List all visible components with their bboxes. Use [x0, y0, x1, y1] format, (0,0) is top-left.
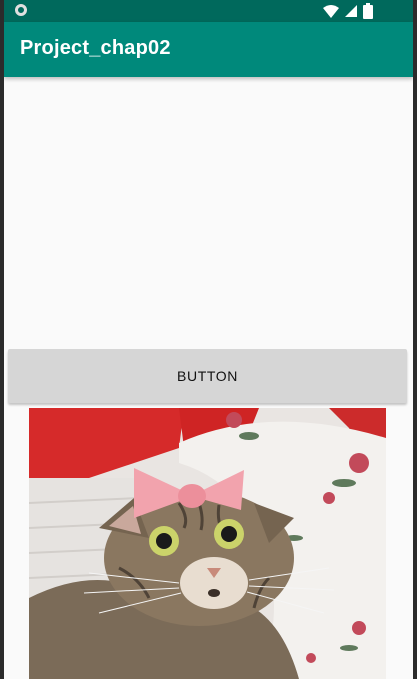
main-button[interactable]: BUTTON	[8, 349, 407, 403]
phone-screen: Project_chap02 BUTTON	[4, 0, 413, 679]
cat-photo	[29, 408, 386, 679]
battery-icon	[363, 3, 373, 19]
app-title: Project_chap02	[20, 37, 171, 59]
wifi-icon	[323, 4, 339, 18]
notification-dot-icon	[15, 4, 27, 16]
signal-icon	[345, 5, 357, 17]
cat-photo-image	[29, 408, 386, 679]
status-icons	[323, 3, 373, 19]
status-bar	[4, 0, 413, 22]
app-bar: Project_chap02	[4, 22, 413, 77]
